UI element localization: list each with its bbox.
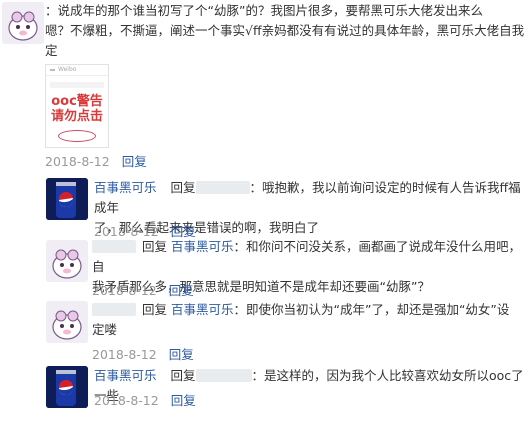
blurred-username bbox=[92, 240, 136, 253]
comment-date: 2018-8-12 bbox=[45, 154, 110, 169]
scribble-icon bbox=[58, 130, 96, 142]
reply-link[interactable]: 回复 bbox=[171, 393, 196, 408]
attachment-subtitle: 请勿点击 bbox=[50, 109, 103, 124]
comment-text-line: ：说成年的那个谁当初写了个“幼豚”的？我图片很多，要帮黑可乐大佬发出来么 bbox=[45, 3, 483, 18]
blurred-username bbox=[195, 369, 252, 382]
avatar[interactable] bbox=[46, 366, 88, 408]
reply-link[interactable]: 回复 bbox=[169, 283, 194, 298]
pepsi-can-avatar-icon bbox=[46, 178, 88, 220]
comment-text-line: 嗯？不爆粗，不撕逼，阐述一个事实√ff亲妈都没有有说过的具体年龄，黑可乐大佬自我… bbox=[45, 23, 525, 58]
reply-prefix: 回复 bbox=[170, 368, 196, 383]
comment-text-line: ：即使你当初认为“成年”了，却还是强加“幼女”设 bbox=[233, 302, 510, 317]
comment-date: 2018-8-12 bbox=[94, 393, 159, 408]
pig-avatar-icon bbox=[2, 2, 44, 44]
reply-target[interactable]: 百事黑可乐 bbox=[171, 239, 234, 254]
comment-text-line: 义可以啊 bbox=[45, 61, 525, 81]
avatar[interactable] bbox=[46, 240, 88, 282]
comment-text-line: ：哦抱歉，我以前询问设定的时候有人告诉我ff福成年 bbox=[94, 180, 521, 215]
avatar[interactable] bbox=[2, 2, 44, 44]
reply-link[interactable]: 回复 bbox=[122, 154, 147, 169]
back-icon bbox=[50, 69, 55, 71]
comment-text-line: 定喽 bbox=[92, 322, 118, 337]
reply-prefix: 回复 bbox=[141, 239, 167, 254]
pig-avatar-icon bbox=[46, 301, 88, 343]
comment-date: 2018-8-12 bbox=[92, 347, 157, 362]
reply-target[interactable]: 百事黑可乐 bbox=[171, 302, 234, 317]
avatar[interactable] bbox=[46, 178, 88, 220]
pepsi-can-avatar-icon bbox=[46, 366, 88, 408]
blurred-username bbox=[195, 181, 250, 194]
reply-link[interactable]: 回复 bbox=[169, 347, 194, 362]
pig-avatar-icon bbox=[46, 240, 88, 282]
comment-date: 2018-8-12 bbox=[92, 283, 157, 298]
blurred-username bbox=[92, 303, 136, 316]
reply-prefix: 回复 bbox=[141, 302, 167, 317]
attachment-title: ooc警告 bbox=[51, 94, 103, 109]
attached-image[interactable]: Weibo ooc警告 请勿点击 bbox=[45, 64, 109, 148]
avatar[interactable] bbox=[46, 301, 88, 343]
comment-author[interactable]: 百事黑可乐 bbox=[94, 180, 157, 195]
attachment-header: Weibo bbox=[46, 65, 108, 76]
reply-prefix: 回复 bbox=[170, 180, 196, 195]
comment-author[interactable]: 百事黑可乐 bbox=[94, 368, 157, 383]
